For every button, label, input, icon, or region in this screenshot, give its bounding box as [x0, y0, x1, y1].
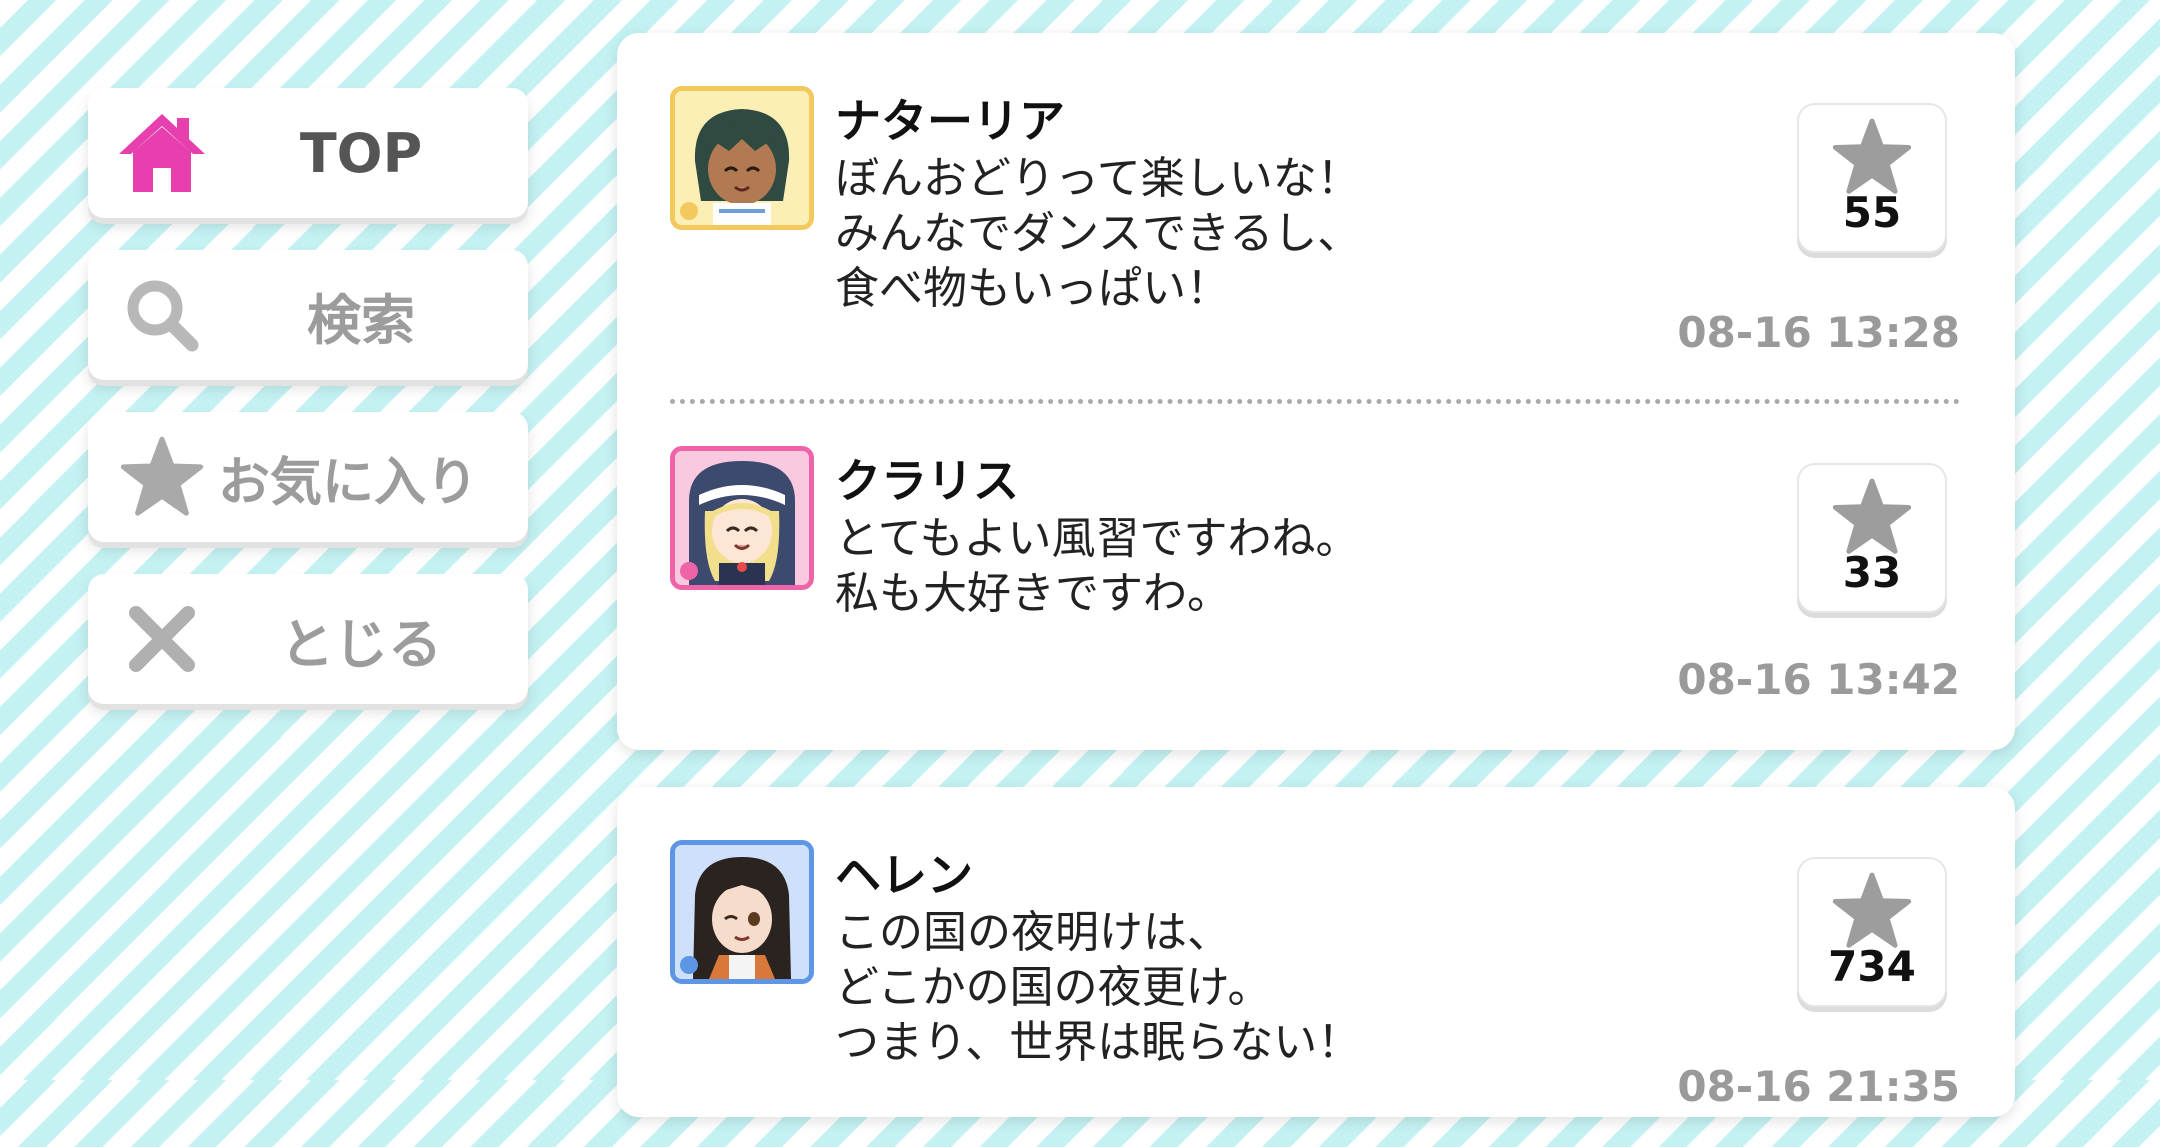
thread-card: ヘレン この国の夜明けは、 どこかの国の夜更け。 つまり、世界は眠らない！ 73… — [617, 787, 2015, 1117]
home-icon — [112, 103, 212, 203]
post-message-line: とてもよい風習ですわね。 — [835, 513, 1360, 564]
like-button[interactable]: 55 — [1797, 103, 1947, 253]
star-icon — [112, 427, 212, 527]
post-author-name: ヘレン — [835, 848, 973, 902]
post-timestamp: 08-16 21:35 — [1677, 1062, 1960, 1111]
search-button[interactable]: 検索 — [88, 250, 528, 380]
post-message-line: 私も大好きですわ。 — [835, 568, 1231, 619]
post-timestamp: 08-16 13:42 — [1677, 655, 1960, 704]
post-message: ぼんおどりって楽しいな！ みんなでダンスできるし、 食べ物もいっぱい！ — [835, 151, 1735, 316]
post-message-line: みんなでダンスできるし、 — [835, 208, 1362, 259]
like-button[interactable]: 33 — [1797, 463, 1947, 613]
star-icon — [1832, 478, 1912, 554]
close-icon — [112, 589, 212, 689]
avatar-natalia-icon[interactable] — [670, 86, 814, 230]
post-item: ヘレン この国の夜明けは、 どこかの国の夜更け。 つまり、世界は眠らない！ 73… — [617, 787, 2015, 1147]
top-button[interactable]: TOP — [88, 88, 528, 218]
favorites-button-label: お気に入り — [218, 452, 479, 513]
post-message: とてもよい風習ですわね。 私も大好きですわ。 — [835, 511, 1735, 621]
avatar-clarice-icon[interactable] — [670, 446, 814, 590]
post-item: クラリス とてもよい風習ですわね。 私も大好きですわ。 33 08-16 13:… — [617, 393, 2015, 753]
like-count: 55 — [1842, 188, 1902, 237]
top-button-label: TOP — [299, 121, 423, 185]
post-message-line: つまり、世界は眠らない！ — [835, 1017, 1362, 1068]
post-message-line: ぼんおどりって楽しいな！ — [835, 153, 1361, 204]
post-message: この国の夜明けは、 どこかの国の夜更け。 つまり、世界は眠らない！ — [835, 905, 1735, 1070]
like-count: 33 — [1842, 548, 1902, 597]
post-timestamp: 08-16 13:28 — [1677, 308, 1960, 357]
close-button-label: とじる — [280, 612, 442, 676]
search-button-label: 検索 — [307, 288, 415, 352]
post-item: ナターリア ぼんおどりって楽しいな！ みんなでダンスできるし、 食べ物もいっぱい… — [617, 33, 2015, 393]
thread-card: ナターリア ぼんおどりって楽しいな！ みんなでダンスできるし、 食べ物もいっぱい… — [617, 33, 2015, 750]
star-icon — [1832, 118, 1912, 194]
post-message-line: 食べ物もいっぱい！ — [835, 263, 1231, 314]
like-count: 734 — [1828, 942, 1916, 991]
post-message-line: この国の夜明けは、 — [835, 907, 1231, 958]
avatar-helen-icon[interactable] — [670, 840, 814, 984]
close-button[interactable]: とじる — [88, 574, 528, 704]
star-icon — [1832, 872, 1912, 948]
post-message-line: どこかの国の夜更け。 — [835, 962, 1272, 1013]
post-author-name: クラリス — [835, 454, 1019, 508]
like-button[interactable]: 734 — [1797, 857, 1947, 1007]
search-icon — [112, 265, 212, 365]
favorites-button[interactable]: お気に入り — [88, 412, 528, 542]
post-author-name: ナターリア — [835, 94, 1065, 148]
